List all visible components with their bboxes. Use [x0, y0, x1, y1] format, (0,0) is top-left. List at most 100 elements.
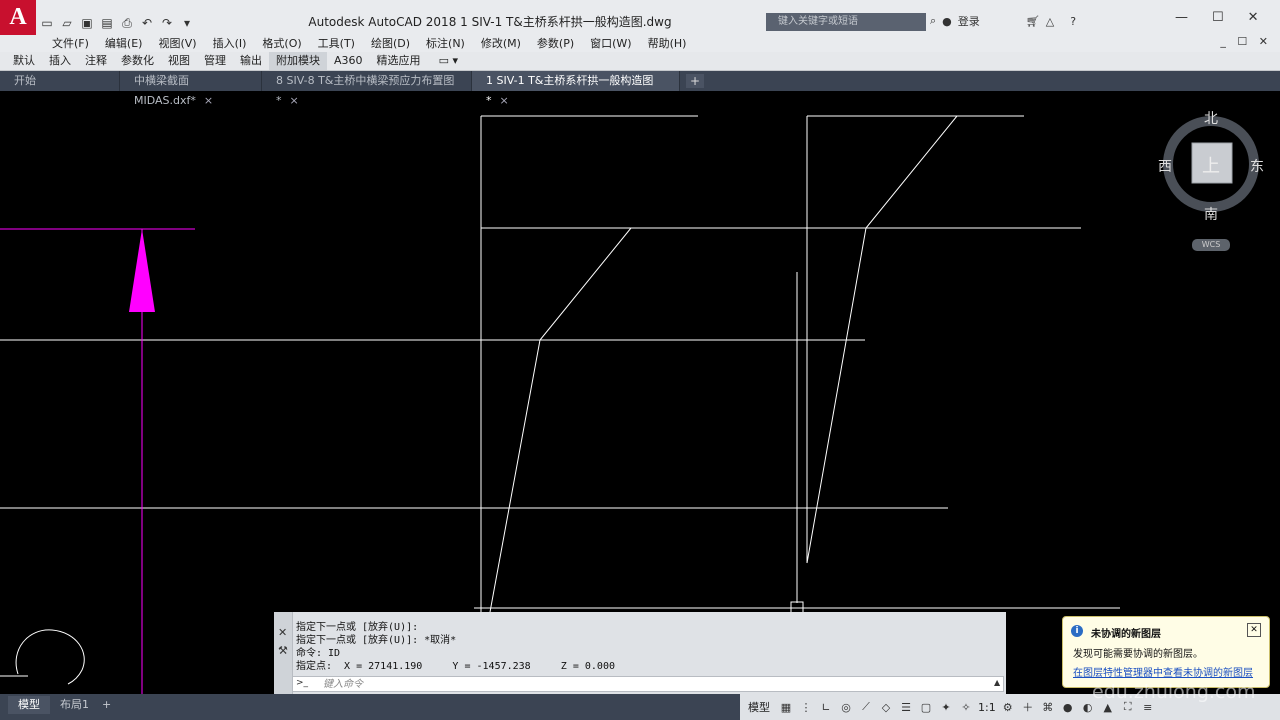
viewcube[interactable]: 北 南 东 西 上 [1158, 108, 1264, 223]
doc-tab-2[interactable]: 8 SIV-8 T&主桥中横梁预应力布置图* × [262, 71, 472, 107]
ribbon-tab-3[interactable]: 参数化 [114, 52, 161, 70]
notification-close-button[interactable]: ✕ [1247, 623, 1261, 637]
menu-item-3[interactable]: 插入(I) [205, 35, 255, 52]
ribbon-tab-9[interactable]: 精选应用 [370, 52, 428, 70]
document-tabs: 开始 中横梁截面MIDAS.dxf* × 8 SIV-8 T&主桥中横梁预应力布置图*… [0, 71, 1280, 107]
command-prompt-icon[interactable]: >_ [296, 678, 308, 688]
ribbon-tab-7[interactable]: 附加模块 [269, 52, 327, 70]
document-window-controls[interactable]: _ ☐ ✕ [1220, 35, 1272, 48]
viewcube-top-face[interactable]: 上 [1202, 152, 1220, 178]
command-input[interactable]: 键入命令 [292, 676, 1004, 692]
polar-icon[interactable]: ◎ [838, 699, 854, 715]
layout-tabs: 模型 布局1 + [0, 694, 740, 720]
tab-layout1[interactable]: 布局1 [50, 696, 99, 714]
add-layout-button[interactable]: + [96, 696, 117, 714]
ribbon-options-icon[interactable]: ▭ ▾ [432, 52, 465, 70]
menu-item-7[interactable]: 标注(N) [418, 35, 473, 52]
grid-icon[interactable]: ▦ [778, 699, 794, 715]
selection-cycling-icon[interactable]: ▢ [918, 699, 934, 715]
hardware-acceleration-icon[interactable]: ● [1060, 699, 1076, 715]
command-history: 指定下一点或 [放弃(U)]: 指定下一点或 [放弃(U)]: *取消* 命令: I… [296, 621, 615, 673]
menu-item-1[interactable]: 编辑(E) [97, 35, 151, 52]
menu-item-11[interactable]: 帮助(H) [640, 35, 695, 52]
save-icon[interactable]: ▣ [78, 14, 96, 32]
viewcube-east[interactable]: 东 [1250, 156, 1264, 176]
notification-balloon: i 未协调的新图层 ✕ 发现可能需要协调的新图层。 在图层特性管理器中查看未协调… [1062, 616, 1270, 688]
new-file-icon[interactable]: ▭ [38, 14, 56, 32]
lineweight-icon[interactable]: ☰ [898, 699, 914, 715]
save-as-icon[interactable]: ▤ [98, 14, 116, 32]
print-icon[interactable]: ⎙ [118, 14, 136, 32]
undo-icon[interactable]: ↶ [138, 14, 156, 32]
command-window-handle[interactable]: ✕ ⚒ [274, 612, 293, 694]
notification-title: 未协调的新图层 [1091, 629, 1161, 640]
menu-item-0[interactable]: 文件(F) [44, 35, 97, 52]
window-title: Autodesk AutoCAD 2018 1 SIV-1 T&主桥系杆拱一般构… [308, 15, 672, 29]
viewcube-north[interactable]: 北 [1204, 108, 1218, 128]
menu-item-9[interactable]: 参数(P) [529, 35, 582, 52]
user-icon[interactable]: ● [942, 15, 952, 28]
minimize-button[interactable]: — [1175, 10, 1188, 25]
doc-tab-3[interactable]: 1 SIV-1 T&主桥系杆拱一般构造图* × [472, 71, 680, 107]
menu-item-4[interactable]: 格式(O) [254, 35, 309, 52]
command-history-toggle-icon[interactable]: ▲ [994, 678, 1000, 687]
close-icon[interactable]: ✕ [278, 626, 287, 639]
help-icon[interactable]: ? [1070, 15, 1076, 28]
info-icon: i [1071, 625, 1083, 637]
open-file-icon[interactable]: ▱ [58, 14, 76, 32]
ribbon-tab-8[interactable]: A360 [327, 52, 370, 70]
command-window: ✕ ⚒ 指定下一点或 [放弃(U)]: 指定下一点或 [放弃(U)]: *取消* 命… [274, 612, 1006, 694]
command-line: 指定下一点或 [放弃(U)]: [296, 622, 419, 633]
wrench-icon[interactable]: ⚒ [278, 644, 288, 657]
ribbon-tab-2[interactable]: 注释 [78, 52, 114, 70]
menu-item-2[interactable]: 视图(V) [150, 35, 204, 52]
title-bar: A ▭ ▱ ▣ ▤ ⎙ ↶ ↷ ▾ Autodesk AutoCAD 2018 … [0, 0, 1280, 35]
osnap-icon[interactable]: ◇ [878, 699, 894, 715]
annotation-visibility-icon[interactable]: ✦ [938, 699, 954, 715]
plus-icon[interactable]: ＋ [1020, 699, 1036, 715]
menu-item-10[interactable]: 窗口(W) [582, 35, 639, 52]
annotation-scale[interactable]: 1:1 [978, 701, 996, 714]
maximize-button[interactable]: ☐ [1212, 10, 1224, 25]
new-tab-button[interactable]: + [686, 74, 704, 88]
qat-dropdown-icon[interactable]: ▾ [178, 14, 196, 32]
drawing-line [489, 227, 632, 613]
search-input[interactable]: 键入关键字或短语 [766, 13, 926, 31]
ribbon-tab-4[interactable]: 视图 [161, 52, 197, 70]
ribbon-tab-6[interactable]: 输出 [233, 52, 269, 70]
tab-model[interactable]: 模型 [8, 696, 50, 714]
ribbon-tab-5[interactable]: 管理 [197, 52, 233, 70]
ribbon-tab-0[interactable]: 默认 [6, 52, 42, 70]
snap-icon[interactable]: ⋮ [798, 699, 814, 715]
ortho-icon[interactable]: ∟ [818, 699, 834, 715]
doc-tab-0[interactable]: 开始 [0, 71, 120, 91]
menu-item-8[interactable]: 修改(M) [473, 35, 529, 52]
quick-access-toolbar: ▭ ▱ ▣ ▤ ⎙ ↶ ↷ ▾ [38, 13, 196, 33]
ribbon-tab-1[interactable]: 插入 [42, 52, 78, 70]
autoscale-icon[interactable]: ✧ [958, 699, 974, 715]
drawing-canvas[interactable] [0, 91, 1280, 694]
command-line: 指定点: X = 27141.190 Y = -1457.238 Z = 0.0… [296, 661, 615, 672]
viewcube-west[interactable]: 西 [1158, 156, 1172, 176]
exchange-icon[interactable]: △ [1046, 15, 1054, 28]
watermark: edu.zhulong.com [1092, 681, 1256, 703]
wcs-menu-button[interactable]: WCS [1192, 239, 1230, 251]
menu-item-6[interactable]: 绘图(D) [363, 35, 418, 52]
autocad-logo-icon[interactable]: A [0, 0, 36, 35]
ribbon-tabs: 默认 插入 注释 参数化 视图 管理 输出 附加模块 A360 精选应用 ▭ ▾ [0, 52, 1280, 71]
redo-icon[interactable]: ↷ [158, 14, 176, 32]
gear-icon[interactable]: ⚙ [1000, 699, 1016, 715]
login-button[interactable]: 登录 [958, 13, 980, 29]
close-button[interactable]: ✕ [1248, 10, 1259, 25]
workspace-icon[interactable]: ⌘ [1040, 699, 1056, 715]
menu-item-5[interactable]: 工具(T) [310, 35, 363, 52]
command-line: 指定下一点或 [放弃(U)]: *取消* [296, 635, 457, 646]
cart-icon[interactable]: 🛒︎ [1026, 15, 1040, 28]
doc-tab-1[interactable]: 中横梁截面MIDAS.dxf* × [120, 71, 262, 107]
binoculars-icon[interactable]: ⌕ [930, 14, 936, 28]
command-line: 命令: ID [296, 648, 341, 659]
viewcube-south[interactable]: 南 [1204, 204, 1218, 224]
notification-link[interactable]: 在图层特性管理器中查看未协调的新图层 [1073, 664, 1253, 679]
model-space-button[interactable]: 模型 [744, 699, 774, 715]
isodraft-icon[interactable]: ⟋ [858, 699, 874, 715]
